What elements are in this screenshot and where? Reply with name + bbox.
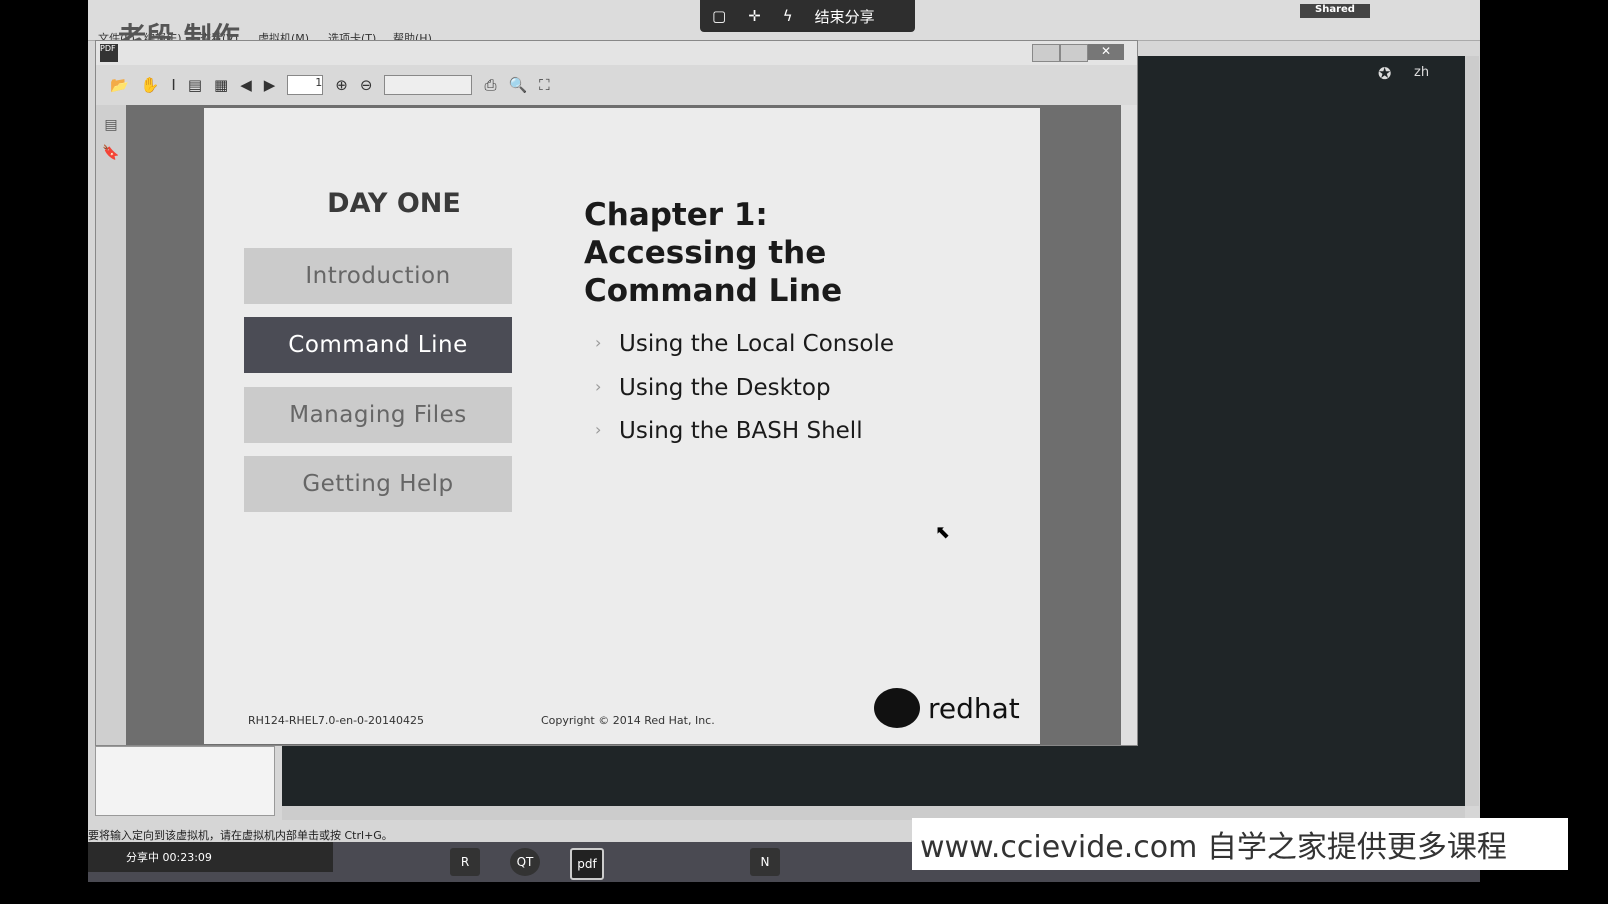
accessibility-icon[interactable]: ✪ [1378,64,1391,83]
print-icon[interactable]: ⎙ [484,76,496,94]
open-folder-icon[interactable]: 📂 [110,76,129,94]
day-heading: DAY ONE [327,188,461,219]
shadowman-icon [874,688,920,728]
site-watermark: www.ccievide.com 自学之家提供更多课程 [912,818,1568,870]
prev-page-icon[interactable]: ◀ [240,76,252,94]
vm-desktop[interactable]: ✪ zh [1138,56,1465,806]
pdf-sidebar: ▤ 🔖 [96,105,126,745]
screen-select-icon[interactable]: ▢ [712,7,726,25]
maximize-button[interactable] [1060,44,1088,62]
crosshair-icon[interactable]: ✛ [748,7,761,25]
taskbar-app-onenote[interactable]: N [750,848,780,876]
pages-icon[interactable]: ▤ [96,117,126,133]
minimize-button[interactable] [1032,44,1060,62]
close-button[interactable]: ✕ [1088,44,1124,60]
title-bar: PDF ✕ [96,41,1137,65]
taskbar-app-r[interactable]: R [450,848,480,876]
hand-tool-icon[interactable]: ✋ [141,76,160,94]
vm-desktop-bottom [282,746,1465,806]
text-select-icon[interactable]: I [171,76,175,94]
fullscreen-icon[interactable]: ⛶ [539,76,550,94]
thumbnail-pane [95,746,275,816]
logo-text: redhat [928,691,1020,725]
zoom-select[interactable] [384,75,473,95]
end-share-button[interactable]: 结束分享 [815,6,875,27]
chapter-number: Chapter 1: [584,197,768,233]
bullet-item: Using the Local Console [595,331,894,357]
nav-command-line: Command Line [244,317,512,373]
bullet-item: Using the BASH Shell [595,418,863,444]
vertical-scrollbar[interactable] [1465,56,1479,806]
next-page-icon[interactable]: ▶ [264,76,276,94]
bullet-item: Using the Desktop [595,375,831,401]
pdf-toolbar: 📂 ✋ I ▤ ▦ ◀ ▶ 1 ⊕ ⊖ ⎙ 🔍 ⛶ [96,67,1137,103]
chapter-title: Accessing the Command Line [584,235,843,309]
nav-introduction: Introduction [244,248,512,304]
search-icon[interactable]: 🔍 [508,76,527,94]
chapter-heading: Chapter 1: Accessing the Command Line [584,196,984,310]
nav-managing-files: Managing Files [244,387,512,443]
nav-getting-help: Getting Help [244,456,512,512]
two-page-icon[interactable]: ▦ [214,76,228,94]
taskbar-app-pdf[interactable]: pdf [570,848,604,880]
pdf-app-icon: PDF [100,44,118,62]
sharing-indicator: 分享中 00:23:09 [88,842,333,872]
status-text: 要将输入定向到该虚拟机，请在虚拟机内部单击或按 Ctrl+G。 [88,829,393,842]
share-toolbar: ▢ ✛ ϟ 结束分享 [700,0,915,32]
bookmark-icon[interactable]: 🔖 [96,145,126,161]
copyright: Copyright © 2014 Red Hat, Inc. [541,714,715,727]
page-number-input[interactable]: 1 [287,75,324,95]
mouse-cursor-icon: ⬉ [935,522,951,543]
language-indicator[interactable]: zh [1414,65,1429,80]
redhat-logo: redhat [874,688,1020,728]
doc-id: RH124-RHEL7.0-en-0-20140425 [248,714,424,727]
single-page-icon[interactable]: ▤ [188,76,202,94]
shared-badge: Shared [1300,4,1370,18]
zoom-out-icon[interactable]: ⊖ [360,76,373,94]
zoom-in-icon[interactable]: ⊕ [335,76,348,94]
viewer-scrollbar[interactable] [1121,105,1137,745]
slide-page: DAY ONE Introduction Command Line Managi… [204,108,1040,744]
lightning-icon[interactable]: ϟ [783,7,793,25]
taskbar-app-qt[interactable]: QT [510,848,540,876]
